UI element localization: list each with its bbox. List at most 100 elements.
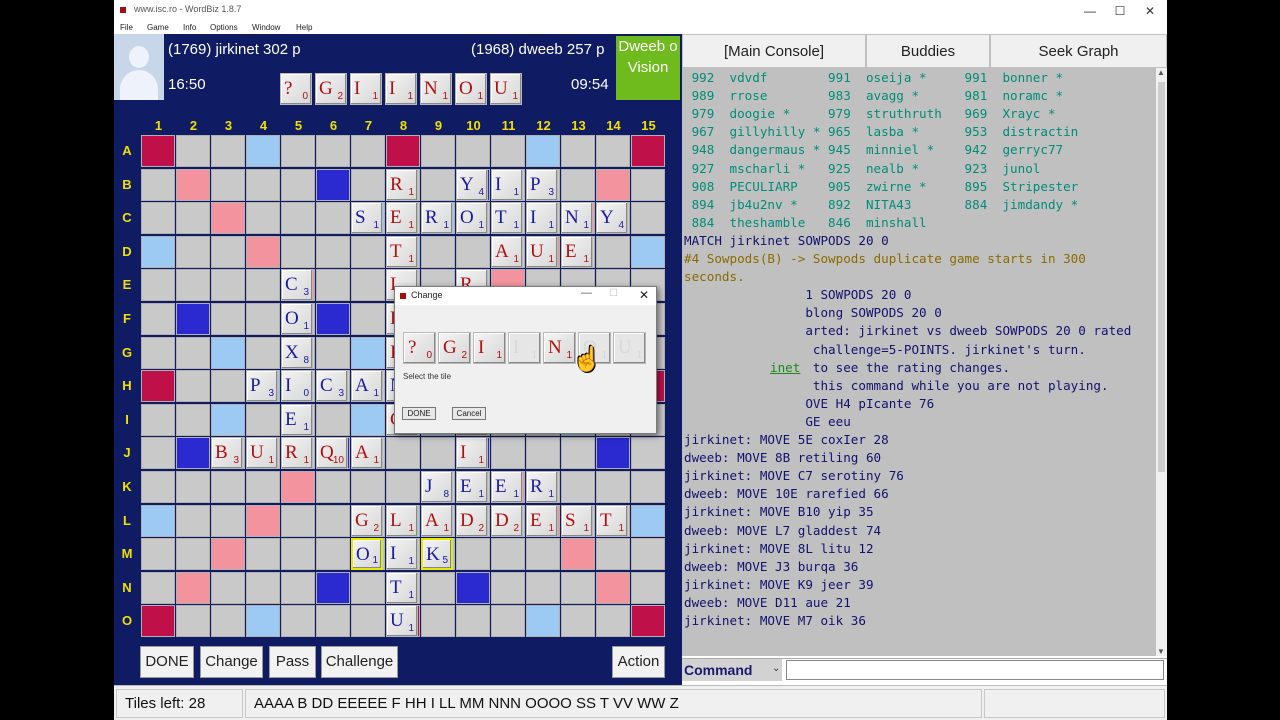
board-cell[interactable] xyxy=(141,571,175,604)
board-cell[interactable] xyxy=(561,437,595,470)
board-cell[interactable] xyxy=(141,605,175,638)
board-cell[interactable] xyxy=(211,269,245,302)
change-button[interactable]: Change xyxy=(200,646,263,678)
board-cell[interactable] xyxy=(351,403,385,436)
board-cell[interactable] xyxy=(141,336,175,369)
dweeb-vision-button[interactable]: Dweeb o Vision xyxy=(616,36,680,100)
board-cell[interactable] xyxy=(596,538,630,571)
board-cell[interactable] xyxy=(526,571,560,604)
board-cell[interactable] xyxy=(211,336,245,369)
board-cell[interactable] xyxy=(351,303,385,335)
menu-window[interactable]: Window xyxy=(252,23,280,32)
rack-tile[interactable]: G2 xyxy=(315,73,347,105)
menu-info[interactable]: Info xyxy=(183,23,196,32)
board-cell[interactable] xyxy=(211,504,245,537)
board-cell[interactable] xyxy=(421,235,455,268)
board-cell[interactable] xyxy=(141,269,175,302)
board-cell[interactable] xyxy=(176,538,210,571)
board-cell[interactable] xyxy=(596,135,630,167)
board-cell[interactable] xyxy=(316,269,350,302)
board-cell[interactable] xyxy=(176,336,210,369)
board-cell[interactable] xyxy=(211,168,245,201)
rack-tile[interactable]: O1 xyxy=(455,73,487,105)
board-cell[interactable] xyxy=(596,168,630,201)
board-cell[interactable] xyxy=(176,202,210,235)
board-cell[interactable] xyxy=(281,135,315,167)
board-cell[interactable] xyxy=(141,202,175,235)
board-cell[interactable] xyxy=(596,235,630,268)
board-cell[interactable] xyxy=(526,538,560,571)
board-cell[interactable] xyxy=(316,235,350,268)
board-cell[interactable] xyxy=(176,504,210,537)
board-cell[interactable] xyxy=(421,135,455,167)
scroll-up-icon[interactable]: ▲ xyxy=(1157,68,1165,77)
board-cell[interactable] xyxy=(596,471,630,503)
dialog-tile[interactable]: ? 0 xyxy=(403,332,436,364)
board-cell[interactable] xyxy=(281,471,315,503)
board-cell[interactable] xyxy=(351,605,385,638)
board-cell[interactable] xyxy=(316,336,350,369)
board-cell[interactable] xyxy=(176,571,210,604)
board-cell[interactable] xyxy=(596,437,630,470)
rack-tile[interactable]: N1 xyxy=(420,73,452,105)
board-cell[interactable] xyxy=(211,471,245,503)
board-cell[interactable] xyxy=(316,504,350,537)
board-cell[interactable] xyxy=(176,168,210,201)
menu-file[interactable]: File xyxy=(120,23,133,32)
board-cell[interactable] xyxy=(316,538,350,571)
board-cell[interactable] xyxy=(456,605,490,638)
board-cell[interactable] xyxy=(386,471,420,503)
board-cell[interactable] xyxy=(176,403,210,436)
board-cell[interactable] xyxy=(141,135,175,167)
rack-tile[interactable]: I1 xyxy=(350,73,382,105)
board-cell[interactable] xyxy=(631,135,665,167)
board-cell[interactable] xyxy=(421,571,455,604)
board-cell[interactable] xyxy=(491,571,525,604)
console-scrollbar[interactable]: ▲ ▼ xyxy=(1156,68,1167,656)
board-cell[interactable] xyxy=(281,605,315,638)
command-label[interactable]: Command xyxy=(682,659,782,681)
board-cell[interactable] xyxy=(176,303,210,335)
board-cell[interactable] xyxy=(176,269,210,302)
board-cell[interactable] xyxy=(421,605,455,638)
pass-button[interactable]: Pass xyxy=(269,646,316,678)
dialog-tile[interactable]: I1 xyxy=(473,332,506,364)
board-cell[interactable] xyxy=(176,471,210,503)
menu-game[interactable]: Game xyxy=(147,23,169,32)
board-cell[interactable] xyxy=(211,303,245,335)
rack-tile[interactable]: I1 xyxy=(385,73,417,105)
board-cell[interactable] xyxy=(176,370,210,403)
board-cell[interactable] xyxy=(246,269,280,302)
board-cell[interactable] xyxy=(561,571,595,604)
dialog-done-button[interactable]: DONE xyxy=(402,407,436,420)
board-cell[interactable] xyxy=(351,336,385,369)
board-cell[interactable] xyxy=(316,403,350,436)
board-cell[interactable] xyxy=(211,605,245,638)
board-cell[interactable] xyxy=(456,538,490,571)
board-cell[interactable] xyxy=(246,571,280,604)
board-cell[interactable] xyxy=(596,571,630,604)
board-cell[interactable] xyxy=(316,605,350,638)
board-cell[interactable] xyxy=(561,135,595,167)
board-cell[interactable] xyxy=(141,504,175,537)
scroll-down-icon[interactable]: ▼ xyxy=(1157,647,1165,656)
board-cell[interactable] xyxy=(456,135,490,167)
action-button[interactable]: Action xyxy=(612,646,665,678)
done-button[interactable]: DONE xyxy=(140,646,194,678)
board-cell[interactable] xyxy=(246,471,280,503)
board-cell[interactable] xyxy=(176,135,210,167)
board-cell[interactable] xyxy=(316,135,350,167)
board-cell[interactable] xyxy=(281,504,315,537)
scroll-thumb[interactable] xyxy=(1158,82,1165,472)
board-cell[interactable] xyxy=(351,471,385,503)
board-cell[interactable] xyxy=(281,571,315,604)
board-cell[interactable] xyxy=(316,471,350,503)
dialog-minimize-icon[interactable]: — xyxy=(581,287,592,299)
board-cell[interactable] xyxy=(491,605,525,638)
board-cell[interactable] xyxy=(526,605,560,638)
board-cell[interactable] xyxy=(281,202,315,235)
board-cell[interactable] xyxy=(316,303,350,335)
board-cell[interactable] xyxy=(246,336,280,369)
board-cell[interactable] xyxy=(281,538,315,571)
board-cell[interactable] xyxy=(211,571,245,604)
